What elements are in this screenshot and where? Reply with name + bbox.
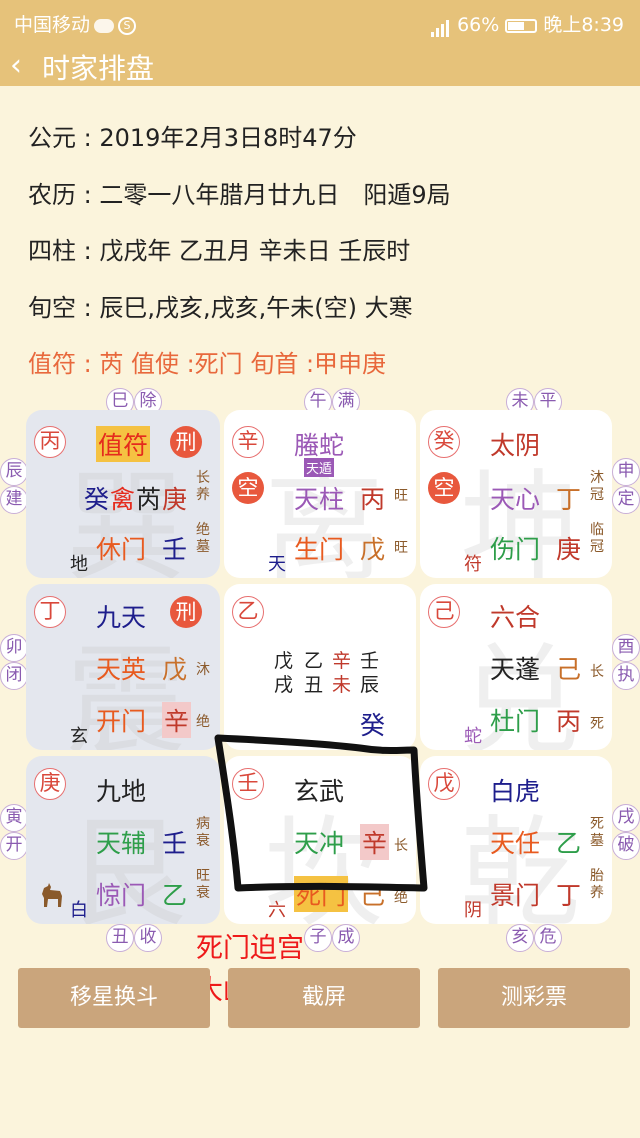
move-star-button[interactable]: 移星换斗 [18, 968, 210, 1028]
handwritten-note: 死门迫宫 [196, 933, 304, 964]
screenshot-button[interactable]: 截屏 [228, 968, 420, 1028]
lottery-button[interactable]: 测彩票 [438, 968, 630, 1028]
